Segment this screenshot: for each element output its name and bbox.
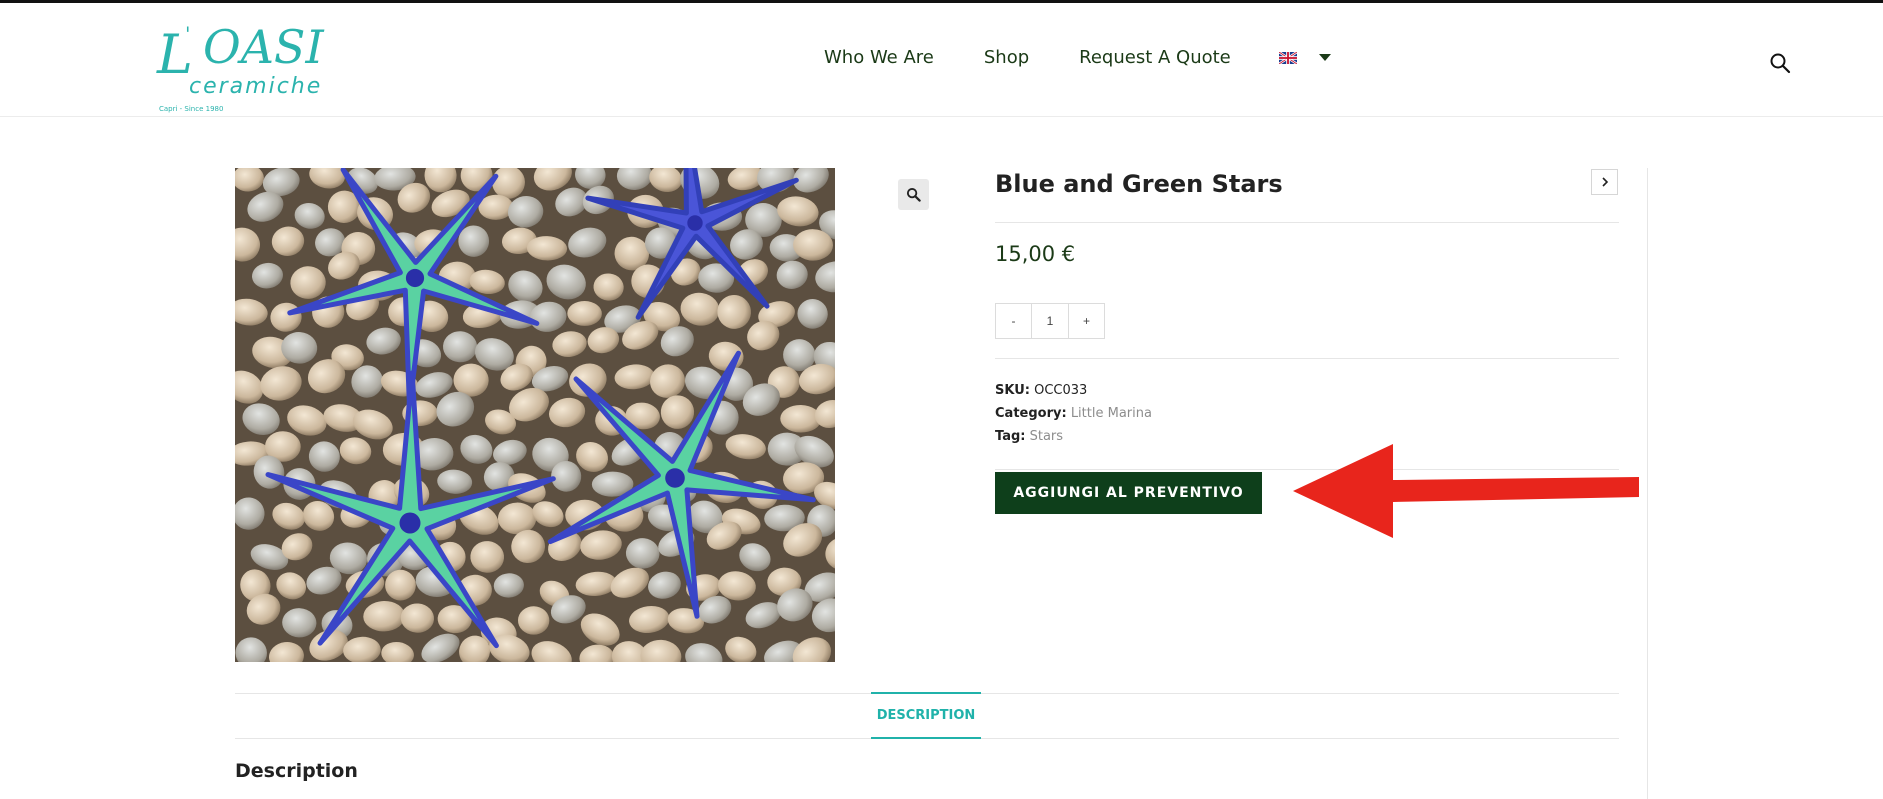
add-to-quote-button[interactable]: AGGIUNGI AL PREVENTIVO xyxy=(995,472,1262,514)
next-product-button[interactable] xyxy=(1591,169,1618,195)
sidebar-divider xyxy=(1647,168,1648,799)
magnifier-icon[interactable] xyxy=(898,179,929,210)
site-logo[interactable]: L ' OASI ceramiche Capri - Since 1980 xyxy=(155,11,335,115)
site-header: L ' OASI ceramiche Capri - Since 1980 Wh… xyxy=(0,3,1883,117)
language-switcher[interactable] xyxy=(1278,51,1331,64)
quantity-decrease-button[interactable]: - xyxy=(995,303,1032,339)
search-icon[interactable] xyxy=(1769,52,1791,74)
product-image[interactable] xyxy=(235,168,835,662)
quantity-increase-button[interactable]: + xyxy=(1068,303,1105,339)
quantity-stepper: - 1 + xyxy=(995,303,1105,339)
uk-flag-icon xyxy=(1278,51,1297,64)
nav-shop[interactable]: Shop xyxy=(984,47,1029,68)
svg-text:Capri - Since 1980: Capri - Since 1980 xyxy=(159,105,223,113)
caret-down-icon xyxy=(1318,54,1331,61)
nav-request-a-quote[interactable]: Request A Quote xyxy=(1079,47,1231,68)
sku-value: OCC033 xyxy=(1034,383,1088,398)
divider xyxy=(995,222,1619,223)
product-category: Category: Little Marina xyxy=(995,406,1152,421)
tab-description[interactable]: DESCRIPTION xyxy=(871,692,981,739)
svg-text:': ' xyxy=(185,22,191,46)
product-sku: SKU: OCC033 xyxy=(995,383,1087,398)
annotation-arrow xyxy=(1293,444,1639,538)
main-nav: Who We Are Shop Request A Quote xyxy=(824,47,1331,68)
sku-label: SKU: xyxy=(995,383,1030,398)
svg-text:OASI: OASI xyxy=(203,20,324,74)
quantity-input[interactable]: 1 xyxy=(1032,303,1068,339)
divider xyxy=(995,358,1619,359)
product-title: Blue and Green Stars xyxy=(995,170,1283,198)
tag-link[interactable]: Stars xyxy=(1030,429,1063,444)
svg-text:ceramiche: ceramiche xyxy=(189,74,322,99)
tag-label: Tag: xyxy=(995,429,1026,444)
product-tag: Tag: Stars xyxy=(995,429,1063,444)
nav-who-we-are[interactable]: Who We Are xyxy=(824,47,934,68)
chevron-right-icon xyxy=(1601,177,1608,187)
description-heading: Description xyxy=(235,760,358,782)
category-label: Category: xyxy=(995,406,1067,421)
product-price: 15,00 € xyxy=(995,242,1076,266)
category-link[interactable]: Little Marina xyxy=(1071,406,1152,421)
